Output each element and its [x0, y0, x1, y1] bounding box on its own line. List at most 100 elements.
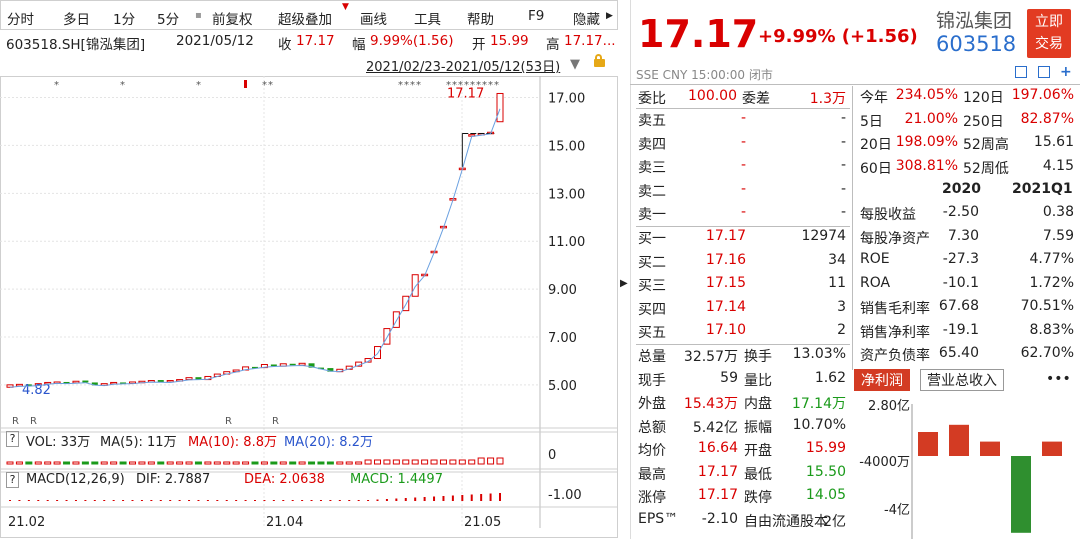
- tool-5min[interactable]: 5分: [157, 8, 179, 28]
- stat-label: 均价: [638, 443, 666, 459]
- edit-icon[interactable]: [1015, 66, 1027, 78]
- stat-value: 1.62: [814, 369, 846, 386]
- volume-bar: [308, 461, 316, 465]
- date-range-link[interactable]: 2021/02/23-2021/05/12(53日): [366, 56, 560, 75]
- fin-value-2021q1: 1.72%: [1029, 274, 1074, 291]
- ask-level-price: -: [740, 110, 746, 126]
- ask-level-price: -: [740, 204, 746, 220]
- volume-bar: [176, 461, 184, 465]
- macd-bar: [27, 500, 30, 501]
- chart-toolbar: 分时 多日 1分 5分 ▪ 前复权 超级叠加 ▼ 画线 工具 帮助 F9 隐藏 …: [0, 0, 618, 30]
- macd-bar: [244, 500, 247, 501]
- net-profit-bar-chart: 2.80亿 -4000万 -4亿: [859, 399, 1062, 539]
- volume-bar: [44, 461, 52, 465]
- more-icon[interactable]: •••: [1046, 371, 1071, 387]
- tool-intraday[interactable]: 分时: [7, 8, 34, 28]
- trade-now-button[interactable]: 立即 交易: [1027, 9, 1071, 58]
- fin-value-2021q1: 70.51%: [1020, 298, 1074, 314]
- y-tick-label: 11.00: [548, 235, 585, 250]
- open-value: 15.99: [490, 33, 529, 49]
- y-tick-label: 13.00: [548, 187, 585, 202]
- perf-value: 4.15: [1042, 157, 1074, 174]
- macd-bar: [46, 500, 49, 501]
- ask-level-price: -: [740, 157, 746, 173]
- tab-revenue[interactable]: 营业总收入: [920, 369, 1004, 391]
- divider: [852, 86, 853, 370]
- date-label: 2021/05/12: [176, 33, 254, 49]
- macd-bar: [367, 500, 370, 501]
- macd-label: MACD(12,26,9): [26, 472, 125, 487]
- stat-label: 总量: [638, 349, 666, 365]
- fin-label: ROA: [860, 274, 891, 291]
- macd-bar: [338, 500, 341, 501]
- vol-ma5: MA(5): 11万: [100, 435, 177, 450]
- fin-value-2020: -2.50: [942, 204, 979, 220]
- rights-marker: R: [30, 416, 37, 427]
- volume-bar: [326, 461, 334, 465]
- bid-level-label: 买四: [638, 301, 666, 318]
- tool-tools[interactable]: 工具: [414, 8, 441, 28]
- bid-level-row: 买四 17.14 3: [638, 299, 850, 321]
- macd-bar: [103, 500, 106, 501]
- macd-bar: [188, 500, 191, 501]
- volume-bar: [298, 461, 306, 465]
- profit-bar: [918, 432, 938, 456]
- macd-bar: [112, 500, 115, 501]
- add-icon[interactable]: +: [1060, 64, 1072, 80]
- volume-bar: [439, 459, 447, 465]
- macd-bar: [74, 500, 77, 501]
- tool-help[interactable]: 帮助: [467, 8, 494, 28]
- macd-bar: [348, 500, 351, 501]
- bid-level-price: 17.16: [705, 251, 746, 268]
- volume-bar: [345, 461, 353, 465]
- tab-net-profit[interactable]: 净利润: [854, 369, 910, 391]
- volume-bar: [496, 457, 504, 465]
- trade-button-line2: 交易: [1035, 36, 1063, 52]
- macd-dif: DIF: 2.7887: [136, 472, 211, 487]
- volume-bar: [185, 461, 193, 465]
- volume-bar: [392, 459, 400, 465]
- perf-label: 250日: [963, 113, 1004, 130]
- rights-marker: R: [225, 416, 232, 427]
- macd-bar: [385, 499, 388, 501]
- tool-f9[interactable]: F9: [528, 8, 544, 24]
- volume-bar: [157, 461, 165, 465]
- tool-multiday[interactable]: 多日: [63, 8, 90, 28]
- event-star-icon: *: [398, 80, 403, 91]
- perf-row: 20日 198.09% 52周高 15.61: [860, 134, 1074, 156]
- question-icon[interactable]: ?: [6, 472, 19, 488]
- volume-bar: [15, 461, 23, 465]
- volume-bar: [421, 459, 429, 465]
- ask-level-label: 卖三: [638, 160, 666, 176]
- stat-label: 跌停: [744, 490, 772, 506]
- tool-hide[interactable]: 隐藏: [573, 8, 600, 28]
- tool-draw[interactable]: 画线: [360, 8, 387, 28]
- stock-code: 603518: [936, 32, 1017, 56]
- tool-1min[interactable]: 1分: [113, 8, 135, 28]
- ask-level-row: 卖一 - -: [638, 204, 850, 226]
- kline-chart[interactable]: 17.0015.0013.0011.009.007.005.00* * * * * * * *…: [0, 76, 618, 539]
- volume-bar: [138, 461, 146, 465]
- window-icon[interactable]: [1038, 66, 1050, 78]
- tool-adjust[interactable]: 前复权: [212, 8, 253, 28]
- volume-bar: [260, 461, 268, 465]
- question-icon[interactable]: ?: [6, 431, 19, 447]
- volume-bar: [194, 461, 202, 465]
- bid-level-label: 买三: [638, 278, 666, 294]
- fin-value-2021q1: 0.38: [1042, 204, 1074, 220]
- volume-bar: [204, 461, 212, 465]
- volume-bar: [251, 461, 259, 465]
- volume-bar: [129, 461, 136, 465]
- perf-value: 15.61: [1033, 134, 1074, 150]
- range-dropdown-icon[interactable]: ▼: [570, 57, 580, 72]
- volume-bar: [402, 459, 410, 465]
- macd-bar: [291, 500, 294, 501]
- panel-toggle-icon[interactable]: ▶: [620, 278, 628, 289]
- event-star-icon: *: [54, 80, 59, 91]
- ma-line: [9, 108, 501, 388]
- range-label: 幅: [352, 37, 366, 53]
- volume-bar: [147, 461, 155, 465]
- weibi-value: 100.00: [688, 88, 737, 104]
- tool-overlay[interactable]: 超级叠加: [278, 8, 332, 28]
- macd-bar: [433, 496, 436, 501]
